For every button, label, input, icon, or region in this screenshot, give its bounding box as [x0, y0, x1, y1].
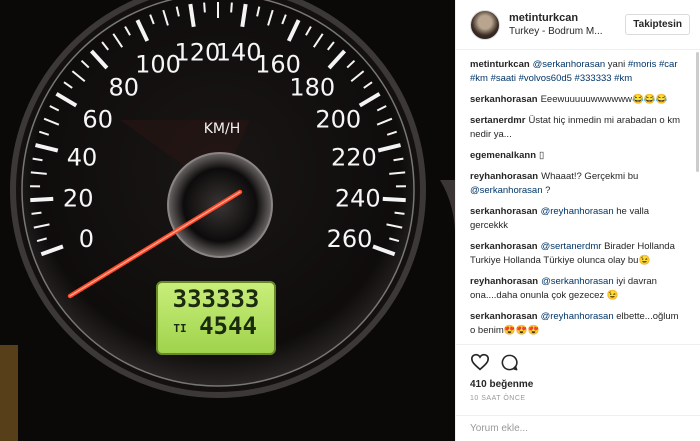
- comment-input[interactable]: [470, 423, 686, 434]
- gauge-tick: [30, 196, 54, 203]
- speedometer-image: 020406080100120140160180200220240260 KM/…: [0, 0, 455, 441]
- comment-username[interactable]: reyhanhorasan: [470, 276, 538, 287]
- speed-unit-label: KM/H: [204, 121, 241, 137]
- mention-link[interactable]: @serkanhorasan: [541, 276, 614, 287]
- comment-item: reyhanhorasan @serkanhorasan iyi davran o…: [470, 275, 686, 303]
- comment-item: egemenalkann ▯: [470, 149, 686, 163]
- trip-label: TI: [173, 322, 186, 335]
- speed-label: 200: [315, 105, 361, 133]
- speed-label: 260: [327, 225, 373, 253]
- comment-username[interactable]: metinturkcan: [470, 59, 530, 70]
- speed-label: 220: [331, 143, 377, 171]
- comment-icon[interactable]: [500, 353, 519, 372]
- comment-scrollbar[interactable]: [696, 52, 699, 172]
- comment-username[interactable]: serkanhorasan: [470, 241, 538, 252]
- mention-link[interactable]: @reyhanhorasan: [541, 206, 614, 217]
- comment-item: reyhanhorasan Whaaat!? Gerçekmi bu @serka…: [470, 170, 686, 198]
- speed-label: 180: [289, 73, 335, 101]
- comment-username[interactable]: serkanhorasan: [470, 94, 538, 105]
- odometer-value: 333333: [173, 285, 260, 313]
- gauge-tick: [31, 211, 42, 215]
- comment-text: Whaaat!? Gerçekmi bu: [541, 171, 639, 182]
- speed-label: 240: [335, 185, 381, 213]
- post-photo: 0 20 40 60 80 100 120 140 160 180 200 220 240 260 KM/…: [0, 0, 455, 441]
- trip-value: 4544: [199, 312, 257, 340]
- comment-item: serkanhorasan @sertanerdmr Birader Hollan…: [470, 240, 686, 268]
- comment-username[interactable]: egemenalkann: [470, 150, 536, 161]
- gauge-tick: [203, 2, 206, 13]
- comment-username[interactable]: serkanhorasan: [470, 311, 538, 322]
- comment-item: serkanhorasan @reyhanhorasan elbette...oğ…: [470, 310, 686, 338]
- comment-item: serkanhorasan Eeewuuuuuwwwwww😂😂😂: [470, 93, 686, 107]
- post-timestamp: 10 SAAT ÖNCE: [470, 395, 526, 402]
- comment-text: Eeewuuuuuwwwwww😂😂😂: [540, 94, 668, 105]
- gauge-tick: [394, 211, 405, 215]
- author-username[interactable]: metinturkcan: [509, 12, 625, 24]
- speed-label: 60: [82, 105, 113, 133]
- gauge-tick: [382, 196, 406, 203]
- speed-label: 40: [67, 143, 98, 171]
- comment-text: ▯: [539, 150, 545, 161]
- avatar[interactable]: [470, 9, 500, 40]
- post-actions: 410 beğenme 10 SAAT ÖNCE: [456, 344, 700, 402]
- post-location[interactable]: Turkey - Bodrum M...: [509, 26, 625, 37]
- heart-icon[interactable]: [470, 353, 490, 371]
- mention-link[interactable]: @serkanhorasan: [470, 185, 543, 196]
- speed-label: 0: [79, 225, 94, 253]
- comment-text: yani: [605, 59, 628, 70]
- comment-item: serkanhorasan @reyhanhorasan he valla ger…: [470, 205, 686, 233]
- comment-text: ?: [542, 185, 551, 196]
- mention-link[interactable]: @sertanerdmr: [541, 241, 602, 252]
- add-comment-bar: [456, 415, 700, 441]
- comment-username[interactable]: sertanerdmr: [470, 115, 525, 126]
- comment-item: metinturkcan @serkanhorasan yani #moris #…: [470, 58, 686, 86]
- speed-label: 120: [174, 39, 220, 67]
- comment-username[interactable]: reyhanhorasan: [470, 171, 538, 182]
- speed-label: 20: [63, 185, 94, 213]
- gauge-tick: [230, 2, 233, 13]
- author-info: metinturkcan Turkey - Bodrum M...: [509, 12, 625, 37]
- comment-list: metinturkcan @serkanhorasan yani #moris #…: [456, 50, 700, 340]
- comment-item: sertanerdmr Üstat hiç inmedin mi arabadan…: [470, 114, 686, 142]
- following-button[interactable]: Takiptesin: [625, 14, 690, 35]
- post-header: metinturkcan Turkey - Bodrum M... Takipt…: [456, 0, 700, 50]
- mention-link[interactable]: @serkanhorasan: [533, 59, 606, 70]
- post-sidebar: metinturkcan Turkey - Bodrum M... Takipt…: [455, 0, 700, 441]
- mention-link[interactable]: @reyhanhorasan: [541, 311, 614, 322]
- like-count[interactable]: 410 beğenme: [470, 379, 686, 390]
- comment-username[interactable]: serkanhorasan: [470, 206, 538, 217]
